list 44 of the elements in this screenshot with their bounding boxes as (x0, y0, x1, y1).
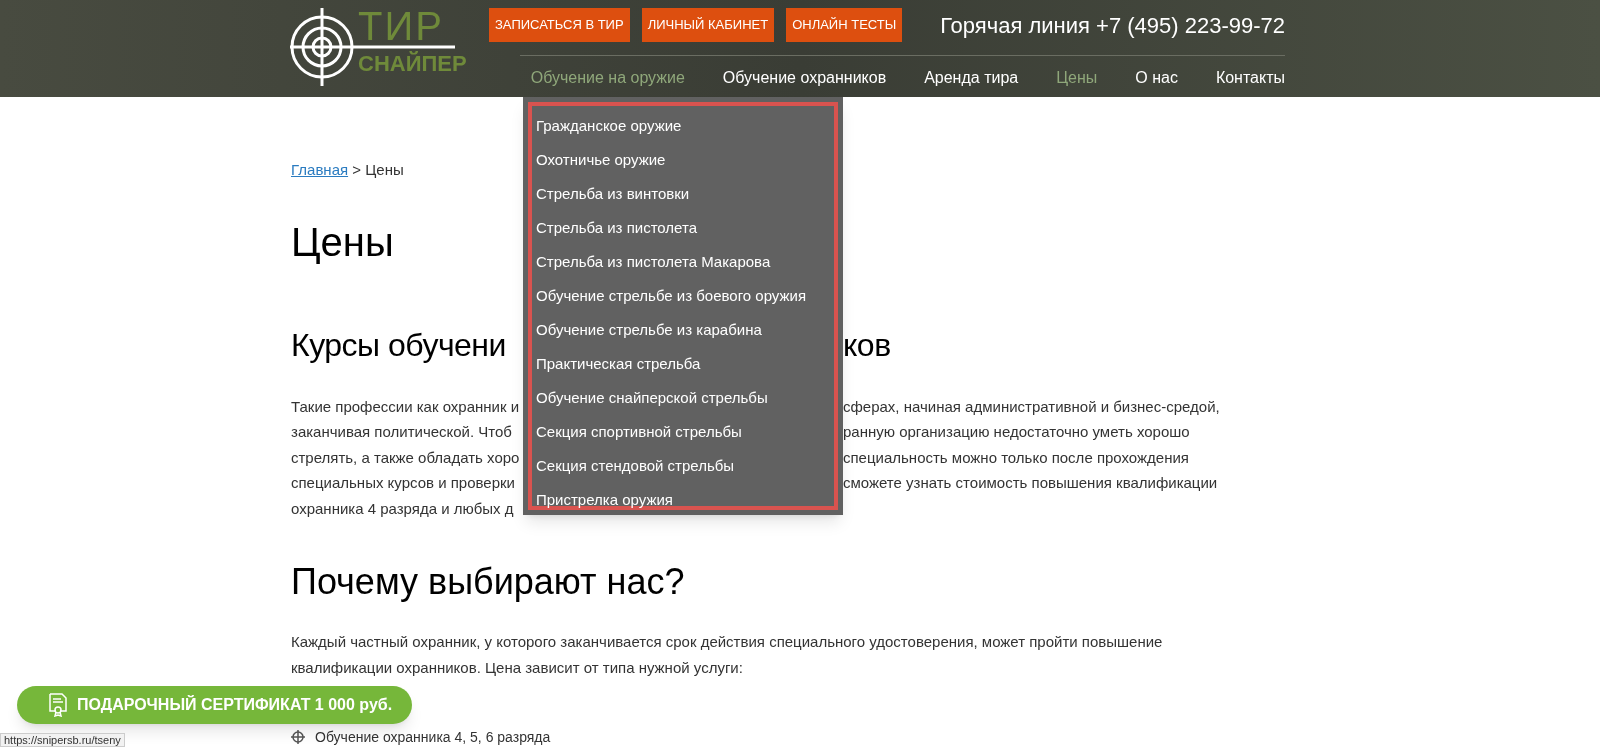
header-button[interactable]: ОНЛАЙН ТЕСТЫ (786, 8, 903, 42)
nav-link[interactable]: Цены (1056, 66, 1098, 90)
nav-link[interactable]: Обучение охранников (722, 66, 887, 90)
paragraph-text: ранную организацию недостаточно уметь хорошо (843, 422, 1191, 442)
certificate-icon (49, 693, 67, 717)
header-button[interactable]: ЗАПИСАТЬСЯ В ТИР (489, 8, 630, 42)
paragraph-text: специальность можно только после прохождения (843, 447, 1190, 468)
section-heading: Курсы обучени (291, 325, 506, 365)
crosshair-bullet-icon (291, 730, 305, 744)
page-title: Цены (291, 218, 394, 266)
paragraph-text: сферах, начиная административной и бизнес-средой, (843, 396, 1221, 417)
logo-text: СНАЙПЕР (358, 52, 467, 76)
nav-link[interactable]: Контакты (1215, 66, 1285, 90)
paragraph-text: заканчивая политической. Чтоб (291, 422, 513, 442)
dropdown-item[interactable]: Стрельба из пистолета Макарова (532, 245, 834, 279)
paragraph-text: Такие профессии как охранник и (291, 396, 521, 417)
breadcrumb-link[interactable]: Главная (291, 161, 349, 178)
breadcrumb-current: > Цены (352, 161, 404, 178)
list-item-text: Обучение охранника 4, 5, 6 разряда (315, 730, 551, 744)
section-heading: ков (843, 325, 892, 365)
status-url: https://snipersb.ru/tseny (0, 733, 125, 747)
dropdown-item[interactable]: Обучение стрельбе из боевого оружия (532, 279, 834, 313)
header-button[interactable]: ЛИЧНЫЙ КАБИНЕТ (641, 8, 775, 42)
dropdown-item[interactable]: Практическая стрельба (532, 347, 834, 381)
dropdown-item[interactable]: Секция спортивной стрельбы (532, 415, 834, 449)
nav-link[interactable]: Аренда тира (924, 66, 1019, 90)
nav-link[interactable]: О нас (1135, 66, 1178, 90)
paragraph-text: стрелять, а также обладать хоро (291, 447, 521, 468)
dropdown-item[interactable]: Пристрелка оружия (532, 483, 834, 517)
section-heading: Почему выбирают нас? (291, 560, 686, 604)
hotline-phone: Горячая линия +7 (495) 223-99-72 (940, 11, 1285, 40)
dropdown-item[interactable]: Обучение снайперской стрельбы (532, 381, 834, 415)
dropdown-item[interactable]: Обучение стрельбе из карабина (532, 313, 834, 347)
paragraph-text: сможете узнать стоимость повышения квалификации (843, 473, 1219, 493)
paragraph-text: специальных курсов и проверки (291, 473, 516, 493)
nav-link[interactable]: Обучение на оружие (530, 66, 685, 90)
dropdown-item[interactable]: Секция стендовой стрельбы (532, 449, 834, 483)
dropdown-item[interactable]: Стрельба из пистолета (532, 211, 834, 245)
paragraph: Каждый частный охранник, у которого заканчивается срок действия специального удостоверения, может пройти повышение квалификации охранников. Цена зависит от типа нужной услуги: (291, 632, 1164, 678)
logo-text: ТИР (358, 6, 445, 46)
dropdown-item[interactable]: Стрельба из винтовки (532, 177, 834, 211)
dropdown-item[interactable]: Гражданское оружие (532, 109, 834, 143)
paragraph-text: охранника 4 разряда и любых д (291, 498, 515, 519)
dropdown-item[interactable]: Охотничье оружие (532, 143, 834, 177)
